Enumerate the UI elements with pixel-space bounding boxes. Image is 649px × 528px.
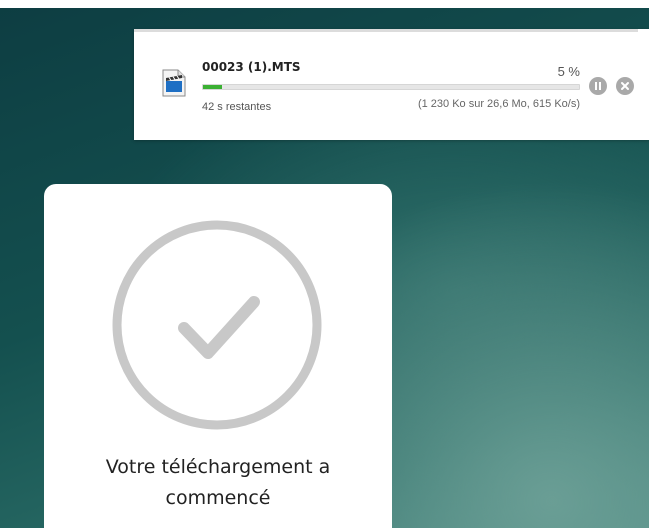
cancel-button[interactable]	[616, 77, 634, 95]
pause-icon	[595, 82, 601, 90]
checkmark-circle-icon	[112, 220, 322, 430]
page-top-edge	[0, 0, 649, 8]
pause-button[interactable]	[589, 77, 607, 95]
progress-bar	[202, 84, 580, 90]
progress-percent: 5 %	[557, 64, 580, 79]
message-line-2: commencé	[165, 487, 271, 509]
time-remaining: 42 s restantes	[202, 101, 272, 113]
video-file-icon	[162, 69, 186, 97]
panel-divider	[134, 29, 638, 32]
progress-bar-fill	[203, 85, 222, 89]
download-started-message: Votre téléchargement a commencé	[44, 452, 392, 514]
message-line-1: Votre téléchargement a	[105, 456, 331, 478]
download-panel: 00023 (1).MTS 5 % 42 s restantes (1 230 …	[134, 29, 649, 140]
download-details: (1 230 Ko sur 26,6 Mo, 615 Ko/s)	[417, 98, 580, 110]
download-started-card: Votre téléchargement a commencé	[44, 184, 392, 528]
close-icon	[621, 82, 629, 90]
file-name: 00023 (1).MTS	[202, 60, 301, 74]
